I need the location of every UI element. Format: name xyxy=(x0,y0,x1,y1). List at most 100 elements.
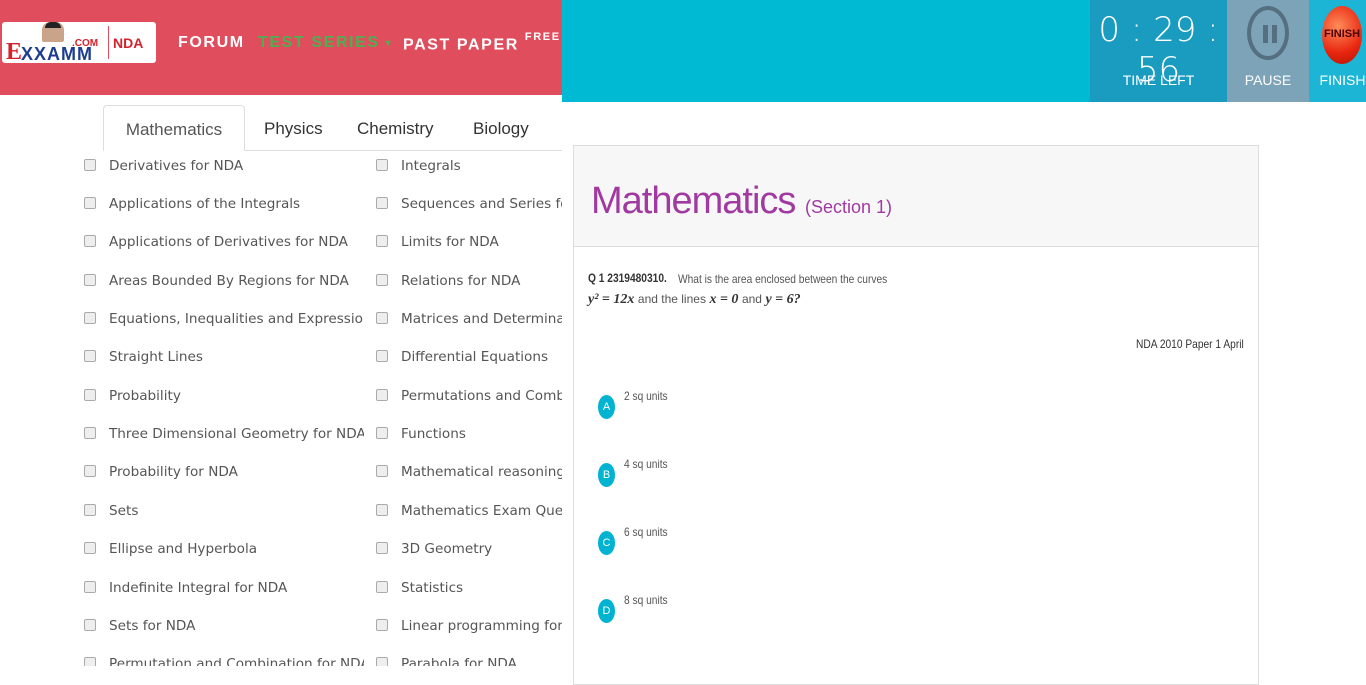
topic-label: Applications of Derivatives for NDA xyxy=(109,234,348,250)
option-letter-badge[interactable]: B xyxy=(598,463,615,487)
nav-forum-link[interactable]: FORUM xyxy=(178,34,245,52)
topic-item[interactable]: Mathematical reasoning fo xyxy=(376,464,562,484)
topic-checkbox[interactable] xyxy=(376,504,388,516)
topic-checkbox[interactable] xyxy=(84,274,96,286)
question-source: NDA 2010 Paper 1 April xyxy=(1136,337,1244,351)
free-badge: FREE xyxy=(524,31,561,43)
topic-checkbox[interactable] xyxy=(84,197,96,209)
topic-item[interactable]: Parabola for NDA xyxy=(376,656,562,666)
topic-item[interactable]: Indefinite Integral for NDA xyxy=(84,580,364,600)
topic-item[interactable]: Areas Bounded By Regions for NDA xyxy=(84,273,364,293)
topic-item[interactable]: Permutations and Combin xyxy=(376,388,562,408)
nav-past-paper-label: PAST PAPER xyxy=(403,36,519,54)
option-letter-badge[interactable]: C xyxy=(598,531,615,555)
topic-checkbox[interactable] xyxy=(376,235,388,247)
topic-item[interactable]: Matrices and Determinant xyxy=(376,311,562,331)
exam-header: 0 : 29 : 56 TIME LEFT PAUSE FINISH FINIS… xyxy=(562,0,1366,102)
topic-item[interactable]: Straight Lines xyxy=(84,349,364,369)
topic-item[interactable]: Integrals xyxy=(376,158,562,178)
topic-label: Mathematical reasoning fo xyxy=(401,464,562,480)
timer-box: 0 : 29 : 56 TIME LEFT xyxy=(1090,0,1227,102)
topic-label: Statistics xyxy=(401,580,464,596)
option-letter-badge[interactable]: D xyxy=(598,599,615,623)
topic-checkbox[interactable] xyxy=(84,581,96,593)
topic-label: Areas Bounded By Regions for NDA xyxy=(109,273,349,289)
topic-item[interactable]: Sequences and Series for xyxy=(376,196,562,216)
topic-checkbox[interactable] xyxy=(376,619,388,631)
question-math: y² = 12x and the lines x = 0 and y = 6? xyxy=(588,292,801,308)
nav-past-paper-link[interactable]: PAST PAPER FREE xyxy=(403,31,561,54)
topic-item[interactable]: Statistics xyxy=(376,580,562,600)
topic-checkbox[interactable] xyxy=(376,312,388,324)
topic-checkbox[interactable] xyxy=(84,657,96,666)
topic-label: Linear programming for N xyxy=(401,618,562,634)
topic-item[interactable]: Equations, Inequalities and Expressions xyxy=(84,311,364,331)
topic-label: Limits for NDA xyxy=(401,234,499,250)
topic-checkbox[interactable] xyxy=(84,542,96,554)
topic-checkbox[interactable] xyxy=(376,159,388,171)
topic-label: Ellipse and Hyperbola xyxy=(109,541,258,557)
finish-button[interactable]: FINISH FINISH xyxy=(1309,0,1366,102)
topic-checkbox[interactable] xyxy=(84,427,96,439)
topic-item[interactable]: Relations for NDA xyxy=(376,273,562,293)
logo-nda: NDA xyxy=(113,35,144,51)
topic-item[interactable]: Functions xyxy=(376,426,562,446)
topic-label: Permutation and Combination for NDA xyxy=(109,656,364,666)
topic-item[interactable]: Derivatives for NDA xyxy=(84,158,364,178)
topic-item[interactable]: Applications of Derivatives for NDA xyxy=(84,234,364,254)
topic-item[interactable]: Applications of the Integrals xyxy=(84,196,364,216)
topic-label: Parabola for NDA xyxy=(401,656,517,666)
topic-label: 3D Geometry xyxy=(401,541,493,557)
topic-item[interactable]: 3D Geometry xyxy=(376,541,562,561)
topic-label: Probability xyxy=(109,388,181,404)
topic-label: Derivatives for NDA xyxy=(109,158,244,174)
topic-checkbox[interactable] xyxy=(376,389,388,401)
topic-checkbox[interactable] xyxy=(376,465,388,477)
option-text: 8 sq units xyxy=(624,593,668,607)
nav-test-series-label: TEST SERIES xyxy=(258,34,380,51)
topic-checkbox[interactable] xyxy=(376,197,388,209)
topic-item[interactable]: Permutation and Combination for NDA xyxy=(84,656,364,666)
topic-checkbox[interactable] xyxy=(84,235,96,247)
pause-button[interactable]: PAUSE xyxy=(1227,0,1309,102)
question-panel: Mathematics (Section 1) Q 1 2319480310. … xyxy=(573,145,1259,685)
topic-checkbox[interactable] xyxy=(376,350,388,362)
topic-checkbox[interactable] xyxy=(84,619,96,631)
topic-checkbox[interactable] xyxy=(376,427,388,439)
topic-checkbox[interactable] xyxy=(376,657,388,666)
topic-item[interactable]: Ellipse and Hyperbola xyxy=(84,541,364,561)
topic-item[interactable]: Probability xyxy=(84,388,364,408)
option-letter-badge[interactable]: A xyxy=(598,395,615,419)
topic-label: Indefinite Integral for NDA xyxy=(109,580,288,596)
topic-label: Probability for NDA xyxy=(109,464,238,480)
topic-item[interactable]: Limits for NDA xyxy=(376,234,562,254)
topic-checkbox[interactable] xyxy=(84,465,96,477)
topic-checkbox[interactable] xyxy=(84,389,96,401)
topic-checkbox[interactable] xyxy=(376,542,388,554)
pause-label: PAUSE xyxy=(1244,72,1292,88)
tab-chemistry[interactable]: Chemistry xyxy=(357,105,434,151)
topic-checkbox[interactable] xyxy=(84,312,96,324)
topic-checkbox[interactable] xyxy=(84,504,96,516)
topic-item[interactable]: Mathematics Exam Questi xyxy=(376,503,562,523)
topic-item[interactable]: Linear programming for N xyxy=(376,618,562,638)
tab-mathematics[interactable]: Mathematics xyxy=(103,105,245,151)
topic-item[interactable]: Sets for NDA xyxy=(84,618,364,638)
section-header: Mathematics (Section 1) xyxy=(574,146,1258,247)
topic-checkbox[interactable] xyxy=(376,581,388,593)
topic-checkbox[interactable] xyxy=(376,274,388,286)
topic-item[interactable]: Probability for NDA xyxy=(84,464,364,484)
nav-test-series-dropdown[interactable]: TEST SERIES ▼ xyxy=(258,34,394,52)
logo-avatar xyxy=(42,22,64,42)
tab-physics[interactable]: Physics xyxy=(264,105,323,151)
topic-item[interactable]: Three Dimensional Geometry for NDA xyxy=(84,426,364,446)
tab-biology[interactable]: Biology xyxy=(473,105,529,151)
topic-panel: E XXAMM .COM NDA FORUM TEST SERIES ▼ PAST… xyxy=(0,0,562,666)
site-logo[interactable]: E XXAMM .COM NDA xyxy=(2,22,156,65)
topic-label: Integrals xyxy=(401,158,461,174)
topic-item[interactable]: Sets xyxy=(84,503,364,523)
topic-checkbox[interactable] xyxy=(84,350,96,362)
topic-item[interactable]: Differential Equations xyxy=(376,349,562,369)
topic-checkbox[interactable] xyxy=(84,159,96,171)
topic-label: Sets for NDA xyxy=(109,618,196,634)
